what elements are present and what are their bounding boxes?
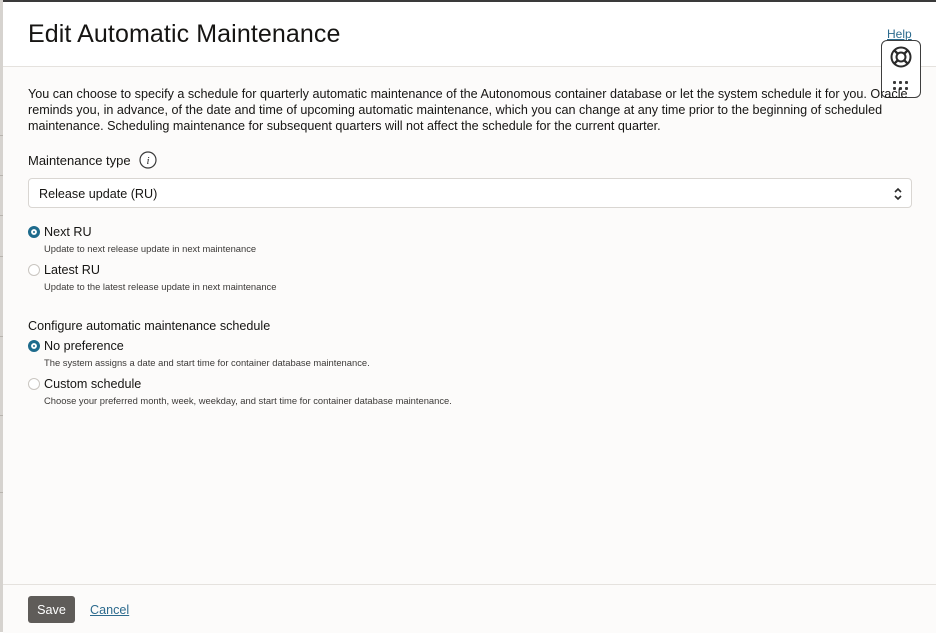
radio-no-preference-label: No preference — [44, 339, 124, 353]
schedule-section-title: Configure automatic maintenance schedule — [28, 319, 271, 333]
updown-chevron-icon — [894, 187, 902, 201]
radio-custom-schedule[interactable]: Custom schedule — [28, 374, 452, 394]
help-link[interactable]: Help — [887, 27, 912, 41]
radio-no-preference-indicator[interactable] — [28, 340, 40, 352]
svg-text:i: i — [146, 155, 149, 167]
maintenance-type-select[interactable]: Release update (RU) — [28, 178, 912, 208]
page-title: Edit Automatic Maintenance — [28, 20, 341, 48]
radio-custom-schedule-help: Choose your preferred month, week, weekd… — [44, 395, 452, 406]
info-icon[interactable]: i — [139, 151, 157, 169]
radio-latest-ru-label: Latest RU — [44, 263, 100, 277]
update-type-radio-group: Next RU Update to next release update in… — [28, 222, 276, 298]
panel-footer: Save Cancel — [3, 584, 936, 633]
edit-maintenance-panel: Edit Automatic Maintenance Help You can … — [3, 2, 936, 633]
radio-latest-ru-help: Update to the latest release update in n… — [44, 281, 277, 292]
radio-next-ru[interactable]: Next RU — [28, 222, 276, 242]
radio-next-ru-help: Update to next release update in next ma… — [44, 243, 257, 254]
cancel-link[interactable]: Cancel — [90, 603, 129, 617]
maintenance-type-label: Maintenance type — [28, 152, 131, 168]
panel-header: Edit Automatic Maintenance Help — [3, 2, 936, 67]
schedule-radio-group: No preference The system assigns a date … — [28, 336, 452, 412]
radio-custom-schedule-indicator[interactable] — [28, 378, 40, 390]
radio-latest-ru[interactable]: Latest RU — [28, 260, 276, 280]
radio-no-preference-help: The system assigns a date and start time… — [44, 357, 370, 368]
intro-text: You can choose to specify a schedule for… — [28, 87, 908, 133]
radio-no-preference[interactable]: No preference — [28, 336, 452, 356]
radio-next-ru-indicator[interactable] — [28, 226, 40, 238]
radio-latest-ru-indicator[interactable] — [28, 264, 40, 276]
lifebuoy-icon[interactable] — [890, 46, 912, 68]
radio-custom-schedule-label: Custom schedule — [44, 377, 142, 391]
radio-next-ru-label: Next RU — [44, 225, 92, 239]
maintenance-type-label-row: Maintenance type i — [28, 149, 157, 171]
maintenance-type-value: Release update (RU) — [39, 187, 158, 201]
save-button[interactable]: Save — [28, 596, 75, 623]
